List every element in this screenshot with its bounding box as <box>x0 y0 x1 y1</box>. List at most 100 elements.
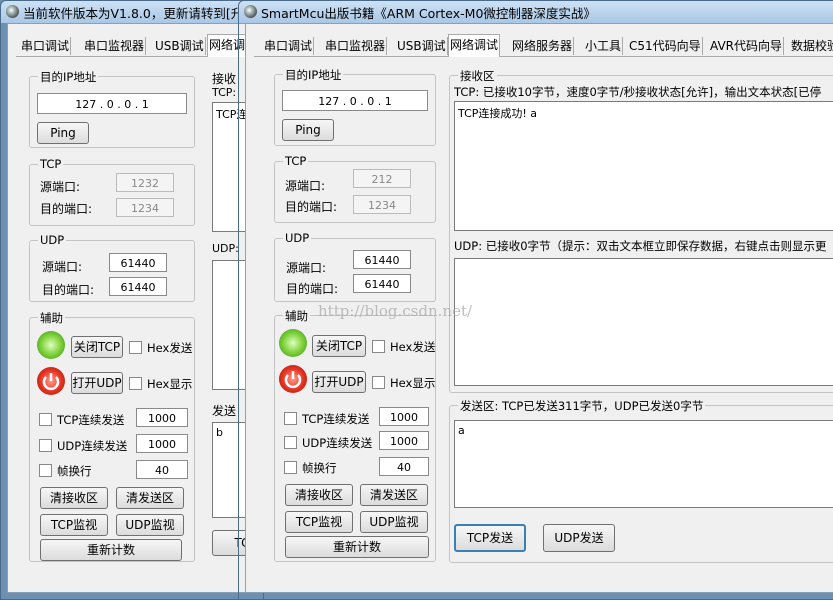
back-clear-recv-button[interactable]: 清接收区 <box>40 487 108 509</box>
tab-avr-wizard[interactable]: AVR代码向导 <box>709 37 784 55</box>
back-tcp-src-input[interactable]: 1232 <box>116 173 174 192</box>
back-tcp-cont-input[interactable]: 1000 <box>136 408 188 427</box>
back-frame-break-label: 帧换行 <box>57 464 92 478</box>
tab-usb[interactable]: USB调试 <box>396 37 448 55</box>
back-open-udp-button[interactable]: 打开UDP <box>71 372 123 394</box>
back-hex-send-checkbox[interactable]: Hex发送 <box>129 340 192 356</box>
back-window: 当前软件版本为V1.8.0，更新请转到[升 串口调试 串口监视器 USB调试 网… <box>0 0 264 600</box>
hex-send-checkbox[interactable]: Hex发送 <box>372 339 435 355</box>
hex-show-checkbox[interactable]: Hex显示 <box>372 375 435 391</box>
back-clear-send-button[interactable]: 清发送区 <box>116 487 184 509</box>
tcp-cont-checkbox[interactable]: TCP连续发送 <box>284 411 369 427</box>
back-tcp-group-label: TCP <box>38 157 64 171</box>
back-frame-break-checkbox[interactable]: 帧换行 <box>39 463 92 479</box>
tab-c51-wizard[interactable]: C51代码向导 <box>628 37 703 55</box>
tcp-cont-label: TCP连续发送 <box>302 412 370 426</box>
udp-power-icon <box>279 365 307 393</box>
tcp-cont-input[interactable]: 1000 <box>379 407 429 426</box>
back-udp-src-input[interactable]: 61440 <box>109 253 167 272</box>
front-window-title: SmartMcu出版书籍《ARM Cortex-M0微控制器深度实战》 <box>261 6 596 21</box>
back-udp-cont-label: UDP连续发送 <box>57 439 128 453</box>
frame-break-label: 帧换行 <box>302 461 337 475</box>
back-udp-monitor-button[interactable]: UDP监视 <box>116 514 184 536</box>
tcp-recv-textarea[interactable]: TCP连接成功! a <box>454 101 833 231</box>
udp-dst-label: 目的端口: <box>286 282 339 296</box>
back-recv-label: 接收 <box>212 72 237 86</box>
back-recount-button[interactable]: 重新计数 <box>40 539 182 561</box>
tcp-src-input[interactable]: 212 <box>353 169 411 188</box>
frame-input[interactable]: 40 <box>379 457 429 476</box>
back-tcp-dst-input[interactable]: 1234 <box>116 198 174 217</box>
back-ip-group-label: 目的IP地址 <box>38 69 99 85</box>
recv-group: 接收区 TCP: 已接收10字节，速度0字节/秒接收状态[允许]，输出文本状态[… <box>449 68 833 393</box>
back-frame-input[interactable]: 40 <box>136 460 188 479</box>
back-title-bar[interactable]: 当前软件版本为V1.8.0，更新请转到[升 <box>1 1 263 23</box>
clear-send-button[interactable]: 清发送区 <box>360 484 428 506</box>
tcp-group-label: TCP <box>283 154 309 168</box>
hex-send-label: Hex发送 <box>390 340 436 354</box>
app-icon <box>6 5 19 18</box>
hex-show-label: Hex显示 <box>390 376 436 390</box>
udp-monitor-button[interactable]: UDP监视 <box>360 511 428 533</box>
udp-recv-textarea[interactable] <box>454 258 833 386</box>
back-ip-input[interactable]: 127 . 0 . 0 . 1 <box>37 93 187 114</box>
tcp-send-button[interactable]: TCP发送 <box>454 524 526 552</box>
tcp-status-icon <box>279 329 307 357</box>
back-udp-group-label: UDP <box>38 233 67 247</box>
udp-cont-checkbox[interactable]: UDP连续发送 <box>284 435 372 451</box>
back-udp-cont-input[interactable]: 1000 <box>136 434 188 453</box>
tab-network-server[interactable]: 网络服务器 <box>511 37 575 55</box>
back-send-label: 发送 <box>212 404 237 418</box>
back-udp-dst-label: 目的端口: <box>42 283 95 297</box>
ip-input[interactable]: 127 . 0 . 0 . 1 <box>282 90 428 111</box>
tcp-monitor-button[interactable]: TCP监视 <box>285 511 353 533</box>
back-tcp-cont-checkbox[interactable]: TCP连续发送 <box>39 412 124 428</box>
back-ip-group: 目的IP地址 127 . 0 . 0 . 1 Ping <box>29 69 195 148</box>
back-tab-usb[interactable]: USB调试 <box>154 37 206 55</box>
tab-data-check[interactable]: 数据校验 <box>790 37 833 55</box>
aux-group-label: 辅助 <box>283 308 310 324</box>
recv-group-label: 接收区 <box>458 68 497 84</box>
back-hex-show-checkbox[interactable]: Hex显示 <box>129 376 192 392</box>
frame-break-checkbox[interactable]: 帧换行 <box>284 460 337 476</box>
tab-network[interactable]: 网络调试 <box>448 34 501 57</box>
recount-button[interactable]: 重新计数 <box>285 536 429 558</box>
tcp-group: TCP 源端口: 212 目的端口: 1234 <box>274 154 436 223</box>
udp-src-input[interactable]: 61440 <box>353 250 411 269</box>
ip-group: 目的IP地址 127 . 0 . 0 . 1 Ping <box>274 67 436 146</box>
tab-serial-monitor[interactable]: 串口监视器 <box>324 37 388 55</box>
back-tcp-status: TCP: <box>212 86 237 99</box>
back-ping-button[interactable]: Ping <box>37 122 89 144</box>
back-tab-bar: 串口调试 串口监视器 USB调试 网络调 <box>16 34 263 57</box>
tab-tools[interactable]: 小工具 <box>584 37 624 55</box>
back-tcp-dst-label: 目的端口: <box>40 202 93 216</box>
tcp-dst-input[interactable]: 1234 <box>353 195 411 214</box>
udp-src-label: 源端口: <box>286 261 327 275</box>
close-tcp-button[interactable]: 关闭TCP <box>312 335 366 357</box>
back-udp-cont-checkbox[interactable]: UDP连续发送 <box>39 438 127 454</box>
back-tcp-monitor-button[interactable]: TCP监视 <box>40 514 108 536</box>
back-aux-group-label: 辅助 <box>38 310 65 326</box>
udp-send-button[interactable]: UDP发送 <box>543 524 615 552</box>
back-tcp-cont-label: TCP连续发送 <box>57 413 125 427</box>
watermark: http://blog.csdn.net/ <box>318 302 473 320</box>
tab-serial[interactable]: 串口调试 <box>263 37 315 55</box>
back-aux-group: 辅助 关闭TCP Hex发送 打开UDP Hex显示 TCP连续发送 1000 … <box>29 310 195 562</box>
app-icon <box>244 5 257 18</box>
back-udp-dst-input[interactable]: 61440 <box>109 277 167 296</box>
clear-recv-button[interactable]: 清接收区 <box>285 484 353 506</box>
front-tab-bar: 串口调试 串口监视器 USB调试 网络调试 网络服务器 小工具 C51代码向导 … <box>254 34 833 57</box>
udp-dst-input[interactable]: 61440 <box>353 274 411 293</box>
back-udp-src-label: 源端口: <box>42 260 83 274</box>
open-udp-button[interactable]: 打开UDP <box>312 371 366 393</box>
back-close-tcp-button[interactable]: 关闭TCP <box>71 336 123 358</box>
udp-cont-input[interactable]: 1000 <box>379 431 429 450</box>
front-title-bar[interactable]: SmartMcu出版书籍《ARM Cortex-M0微控制器深度实战》 <box>239 1 833 23</box>
back-tab-serial-monitor[interactable]: 串口监视器 <box>83 37 147 55</box>
back-tcp-group: TCP 源端口: 1232 目的端口: 1234 <box>29 157 195 226</box>
back-tab-serial[interactable]: 串口调试 <box>20 37 72 55</box>
ping-button[interactable]: Ping <box>282 119 334 141</box>
udp-cont-label: UDP连续发送 <box>302 436 373 450</box>
send-textarea[interactable]: a <box>454 420 833 508</box>
send-group: 发送区: TCP已发送311字节，UDP已发送0字节 a TCP发送 UDP发送 <box>449 398 833 563</box>
